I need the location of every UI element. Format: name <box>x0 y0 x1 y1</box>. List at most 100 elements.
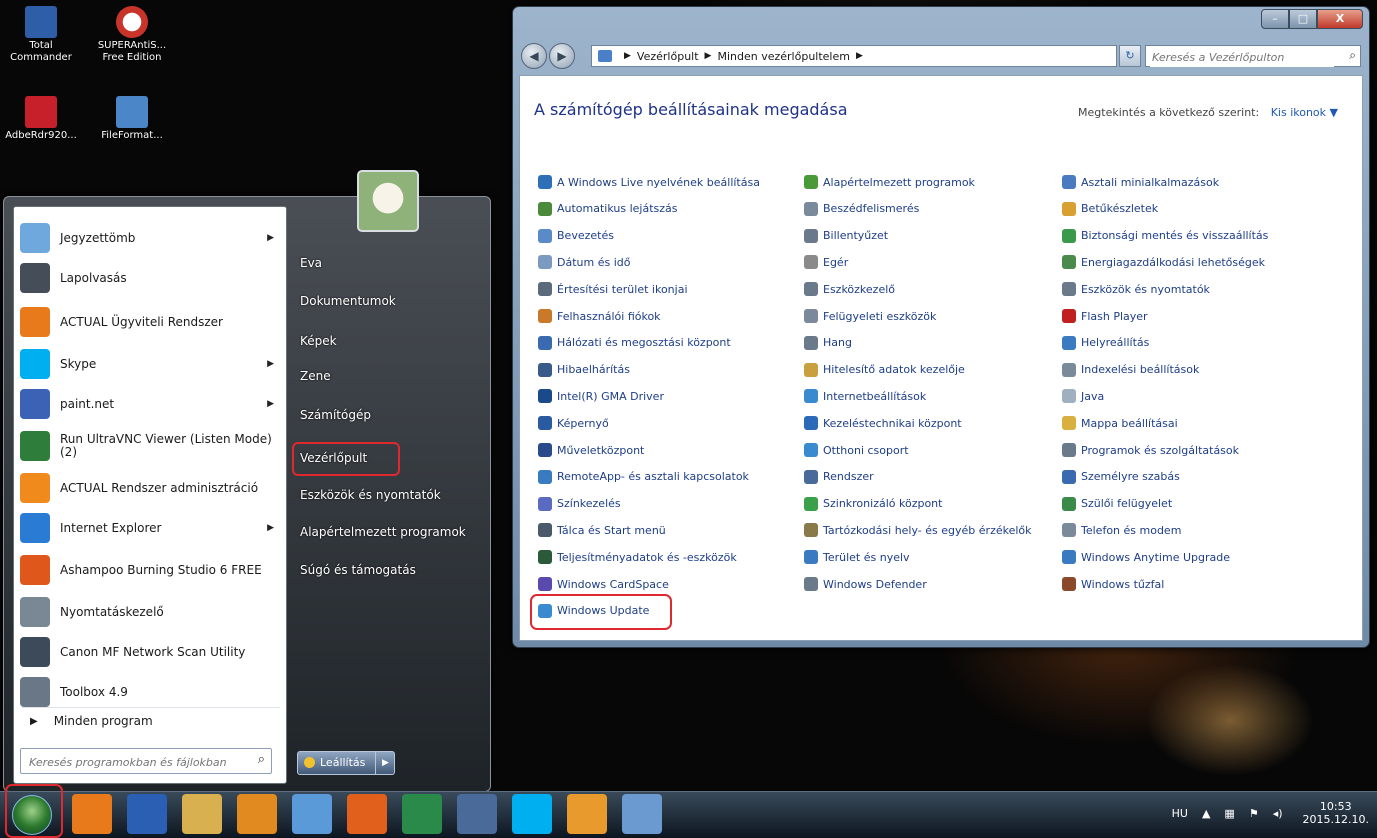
refresh-button[interactable]: ↻ <box>1119 45 1141 67</box>
control-panel-item[interactable]: Dátum és idő <box>538 255 630 270</box>
control-panel-item[interactable]: Értesítési terület ikonjai <box>538 282 688 297</box>
back-button[interactable]: ◀ <box>521 43 547 69</box>
program-item[interactable]: Run UltraVNC Viewer (Listen Mode) (2) <box>20 427 282 465</box>
volume-icon[interactable]: ◂) <box>1273 807 1283 820</box>
security-icon[interactable] <box>292 794 332 834</box>
breadcrumb-item[interactable]: Minden vezérlőpultelem <box>717 50 850 63</box>
start-right-link[interactable]: Zene <box>300 369 331 383</box>
action-center-flag-icon[interactable]: ⚑ <box>1249 807 1259 820</box>
show-hidden-icons-arrow[interactable]: ▲ <box>1202 807 1210 820</box>
start-search-box[interactable]: ⌕ <box>20 748 272 774</box>
control-panel-item[interactable]: Színkezelés <box>538 496 621 511</box>
control-panel-item[interactable]: Windows tűzfal <box>1062 577 1164 591</box>
start-right-link[interactable]: Eszközök és nyomtatók <box>300 488 441 502</box>
control-panel-item[interactable]: Intel(R) GMA Driver <box>538 389 664 404</box>
start-right-link[interactable]: Dokumentumok <box>300 294 396 308</box>
view-by-dropdown[interactable]: Kis ikonok ▼ <box>1271 106 1338 119</box>
user-picture[interactable] <box>357 170 419 232</box>
control-panel-item[interactable]: Teljesítményadatok és -eszközök <box>538 550 737 565</box>
firefox-icon[interactable] <box>347 794 387 834</box>
control-panel-item[interactable]: Otthoni csoport <box>804 443 909 457</box>
control-panel-item[interactable]: Biztonsági mentés és visszaállítás <box>1062 228 1268 243</box>
desktop-icon-fileformat[interactable]: FileFormat... <box>92 96 172 142</box>
skype-icon[interactable] <box>512 794 552 834</box>
start-right-link[interactable]: Súgó és támogatás <box>300 563 416 577</box>
control-panel-item[interactable]: Mappa beállításai <box>1062 416 1178 431</box>
control-panel-item[interactable]: Egér <box>804 255 848 270</box>
control-panel-item[interactable]: Kezeléstechnikai központ <box>804 416 962 431</box>
desktop-icon-adobe-reader[interactable]: AdbeRdr920... <box>1 96 81 142</box>
start-right-link[interactable]: Számítógép <box>300 408 371 422</box>
control-panel-icon[interactable] <box>622 794 662 834</box>
media-player-icon[interactable] <box>237 794 277 834</box>
control-panel-item[interactable]: Hálózati és megosztási központ <box>538 335 731 350</box>
control-panel-item[interactable]: Szülői felügyelet <box>1062 496 1172 511</box>
clock[interactable]: 10:53 2015.12.10. <box>1303 800 1369 826</box>
control-panel-item[interactable]: Tálca és Start menü <box>538 523 666 538</box>
control-panel-item[interactable]: Telefon és modem <box>1062 523 1181 538</box>
forward-button[interactable]: ▶ <box>549 43 575 69</box>
desktop-icon-total-commander[interactable]: Total Commander <box>1 6 81 64</box>
program-item[interactable]: Skype ▶ <box>20 345 282 383</box>
actual-erp-icon[interactable] <box>567 794 607 834</box>
control-panel-item[interactable]: Windows Defender <box>804 577 927 591</box>
search-input[interactable] <box>1150 47 1334 67</box>
explorer-icon[interactable] <box>182 794 222 834</box>
program-item[interactable]: Lapolvasás <box>20 259 282 297</box>
control-panel-item[interactable]: Eszközkezelő <box>804 282 895 297</box>
control-panel-item[interactable]: Tartózkodási hely- és egyéb érzékelők <box>804 523 1032 538</box>
actual-icon[interactable] <box>72 794 112 834</box>
address-bar[interactable]: ▶ Vezérlőpult ▶ Minden vezérlőpultelem ▶ <box>591 45 1117 67</box>
control-panel-item[interactable]: Képernyő <box>538 416 609 431</box>
start-right-link[interactable]: Képek <box>300 334 337 348</box>
shutdown-options-arrow[interactable]: ▶ <box>376 751 396 775</box>
breadcrumb-item[interactable]: Vezérlőpult <box>637 50 699 63</box>
control-panel-item[interactable]: Hitelesítő adatok kezelője <box>804 362 965 377</box>
control-panel-item[interactable]: Flash Player <box>1062 309 1148 323</box>
program-item[interactable]: ACTUAL Ügyviteli Rendszer <box>20 303 282 341</box>
control-panel-item[interactable]: A Windows Live nyelvének beállítása <box>538 175 760 189</box>
control-panel-item[interactable]: Java <box>1062 389 1104 404</box>
control-panel-item[interactable]: Felügyeleti eszközök <box>804 309 936 323</box>
network-icon[interactable] <box>457 794 497 834</box>
language-indicator[interactable]: HU <box>1172 807 1188 820</box>
shutdown-button[interactable]: Leállítás <box>297 751 377 775</box>
control-panel-search[interactable]: ⌕ <box>1145 45 1361 67</box>
control-panel-item[interactable]: Felhasználói fiókok <box>538 309 661 323</box>
control-panel-item[interactable]: Hang <box>804 335 852 350</box>
word-icon[interactable] <box>127 794 167 834</box>
close-button[interactable]: X <box>1317 9 1363 29</box>
maximize-button[interactable]: □ <box>1289 9 1317 29</box>
start-right-link[interactable]: Alapértelmezett programok <box>300 525 466 539</box>
control-panel-item[interactable]: Személyre szabás <box>1062 469 1180 484</box>
control-panel-item[interactable]: Helyreállítás <box>1062 335 1149 350</box>
control-panel-item[interactable]: Rendszer <box>804 469 874 484</box>
control-panel-item[interactable]: Betűkészletek <box>1062 201 1158 216</box>
program-item[interactable]: paint.net ▶ <box>20 385 282 423</box>
control-panel-item[interactable]: Eszközök és nyomtatók <box>1062 282 1210 297</box>
control-panel-item[interactable]: Bevezetés <box>538 228 614 243</box>
desktop-icon-superantispyware[interactable]: SUPERAntiS... Free Edition <box>92 6 172 64</box>
excel-icon[interactable] <box>402 794 442 834</box>
control-panel-item[interactable]: Programok és szolgáltatások <box>1062 443 1239 457</box>
all-programs-button[interactable]: ▶ Minden program <box>22 707 280 734</box>
program-item[interactable]: Jegyzettömb ▶ <box>20 219 282 257</box>
program-item[interactable]: Canon MF Network Scan Utility <box>20 633 282 671</box>
control-panel-item[interactable]: Műveletközpont <box>538 443 644 457</box>
start-search-input[interactable] <box>27 751 241 773</box>
program-item[interactable]: Internet Explorer ▶ <box>20 509 282 547</box>
control-panel-item[interactable]: Beszédfelismerés <box>804 201 919 216</box>
control-panel-item[interactable]: Internetbeállítások <box>804 389 926 404</box>
control-panel-item[interactable]: Alapértelmezett programok <box>804 175 975 189</box>
search-icon[interactable]: ⌕ <box>258 752 265 767</box>
control-panel-item[interactable]: Energiagazdálkodási lehetőségek <box>1062 255 1265 270</box>
control-panel-item[interactable]: Windows Anytime Upgrade <box>1062 550 1230 565</box>
program-item[interactable]: Ashampoo Burning Studio 6 FREE <box>20 551 282 589</box>
control-panel-item[interactable]: Indexelési beállítások <box>1062 362 1199 377</box>
control-panel-item[interactable]: Asztali minialkalmazások <box>1062 175 1219 189</box>
control-panel-item[interactable]: Terület és nyelv <box>804 550 910 565</box>
control-panel-item[interactable]: Automatikus lejátszás <box>538 201 678 216</box>
search-icon[interactable]: ⌕ <box>1349 48 1356 63</box>
control-panel-item[interactable]: Szinkronizáló központ <box>804 496 942 511</box>
control-panel-item[interactable]: Windows CardSpace <box>538 577 669 591</box>
